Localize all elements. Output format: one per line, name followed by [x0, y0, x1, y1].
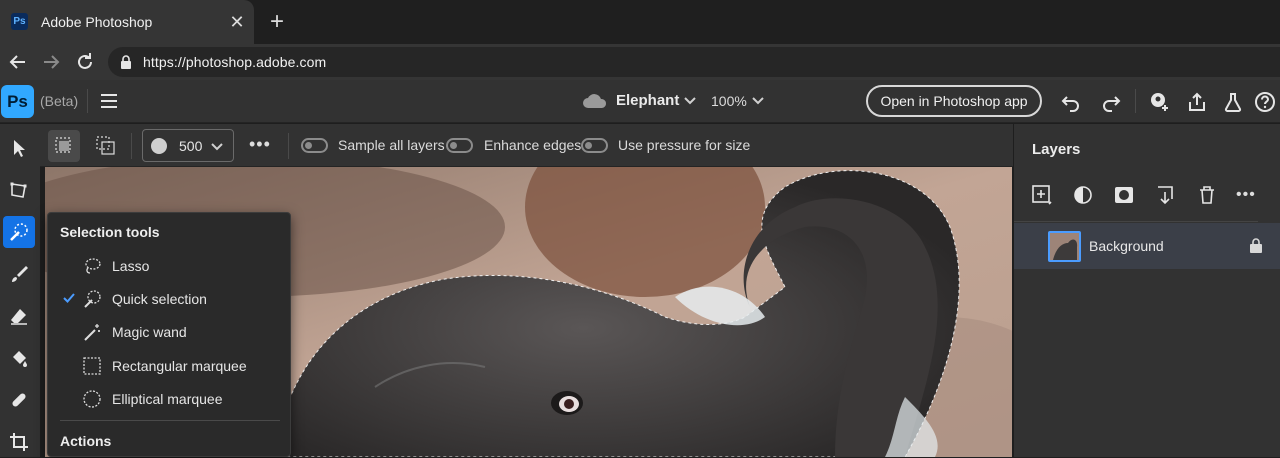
enhance-edges-label: Enhance edges — [484, 137, 582, 153]
tool-options-bar: 500 ••• Sample all layers Enhance edges … — [40, 124, 1013, 167]
redo-icon[interactable] — [1100, 91, 1122, 113]
photoshop-logo: Ps — [1, 85, 34, 118]
share-icon[interactable] — [1186, 91, 1208, 113]
crop-icon — [10, 433, 28, 451]
beta-flask-icon[interactable] — [1222, 91, 1244, 113]
back-arrow-icon[interactable] — [6, 50, 30, 74]
divider — [60, 420, 280, 421]
menu-item-label: Elliptical marquee — [112, 391, 223, 407]
close-tab-button[interactable]: ✕ — [227, 12, 247, 32]
lasso-icon — [85, 258, 101, 274]
open-in-photoshop-button[interactable]: Open in Photoshop app — [866, 85, 1042, 117]
divider — [1135, 89, 1136, 113]
cloud-icon — [583, 94, 607, 108]
add-selection-icon — [96, 136, 115, 155]
menu-item-label: Quick selection — [112, 291, 207, 307]
brush-size-value: 500 — [179, 138, 203, 154]
paint-bucket-icon — [13, 351, 27, 367]
divider — [288, 133, 289, 159]
menu-item-magic-wand[interactable]: Magic wand — [48, 317, 290, 347]
new-tab-button[interactable]: + — [264, 9, 290, 35]
layer-row[interactable]: Background — [1014, 223, 1280, 269]
mask-icon[interactable] — [1113, 184, 1135, 206]
document-name[interactable]: Elephant — [616, 92, 679, 109]
tools-panel — [0, 124, 40, 457]
quick-selection-tool[interactable] — [3, 216, 35, 248]
forward-arrow-icon[interactable] — [39, 50, 63, 74]
brush-tool[interactable] — [3, 258, 35, 290]
move-tool[interactable] — [3, 132, 35, 164]
tab-title: Adobe Photoshop — [41, 14, 153, 30]
lock-icon — [121, 55, 131, 69]
menu-item-rectangular-marquee[interactable]: Rectangular marquee — [48, 351, 290, 381]
sample-all-layers-label: Sample all layers — [338, 137, 445, 153]
crop-tool[interactable] — [3, 426, 35, 458]
photoshop-favicon-icon: Ps — [11, 13, 28, 30]
flyout-heading: Selection tools — [60, 224, 160, 240]
undo-icon[interactable] — [1060, 91, 1082, 113]
adjustment-layer-icon[interactable] — [1072, 184, 1094, 206]
chevron-down-icon[interactable] — [684, 96, 696, 106]
quick-selection-brush-icon — [84, 290, 101, 308]
healing-tool[interactable] — [3, 384, 35, 416]
menu-item-elliptical-marquee[interactable]: Elliptical marquee — [48, 384, 290, 414]
lock-icon[interactable] — [1249, 237, 1263, 253]
use-pressure-toggle[interactable] — [581, 138, 608, 153]
sample-all-layers-toggle[interactable] — [301, 138, 328, 153]
brush-icon — [12, 266, 28, 282]
hamburger-menu-icon[interactable] — [100, 93, 118, 109]
eraser-icon — [11, 309, 27, 325]
ellipse-marquee-icon — [83, 390, 101, 408]
divider — [131, 133, 132, 159]
magic-wand-icon — [84, 324, 100, 341]
actions-heading: Actions — [60, 433, 112, 449]
divider — [87, 89, 88, 113]
chevron-down-icon — [211, 143, 223, 151]
menu-item-label: Rectangular marquee — [112, 358, 247, 374]
add-to-selection-mode-button[interactable] — [90, 130, 122, 162]
add-layer-icon[interactable] — [1031, 184, 1053, 206]
beta-label: (Beta) — [40, 93, 79, 109]
menu-item-label: Lasso — [112, 258, 150, 274]
invite-user-icon[interactable] — [1149, 91, 1171, 113]
use-pressure-label: Use pressure for size — [618, 137, 751, 153]
selection-tools-flyout: Selection tools Lasso Quick selection Ma… — [47, 212, 291, 457]
browser-tab-strip: Ps Adobe Photoshop ✕ + — [0, 0, 1280, 44]
transform-icon — [10, 182, 27, 198]
more-options-icon[interactable]: ••• — [1236, 186, 1256, 204]
layer-thumbnail — [1048, 231, 1081, 262]
browser-tab[interactable]: Ps Adobe Photoshop ✕ — [0, 0, 254, 44]
new-selection-mode-button[interactable] — [48, 130, 80, 162]
brush-size-dropdown[interactable]: 500 — [142, 129, 234, 162]
layer-name: Background — [1089, 238, 1164, 254]
bandage-icon — [12, 393, 26, 407]
menu-item-quick-selection[interactable]: Quick selection — [48, 284, 290, 314]
layers-panel: Layers ••• Background — [1013, 124, 1280, 457]
transform-tool[interactable] — [3, 174, 35, 206]
clip-layer-icon[interactable] — [1154, 184, 1176, 206]
menu-item-label: Magic wand — [112, 324, 187, 340]
reload-icon[interactable] — [73, 50, 97, 74]
elephant-thumbnail-icon — [1050, 233, 1079, 260]
quick-selection-brush-icon — [10, 223, 28, 241]
help-icon[interactable] — [1254, 91, 1276, 113]
chevron-down-icon[interactable] — [752, 96, 764, 106]
divider — [1014, 221, 1258, 222]
layers-panel-title: Layers — [1032, 141, 1081, 158]
trash-icon[interactable] — [1196, 184, 1218, 206]
checkmark-icon — [63, 293, 75, 303]
url-text: https://photoshop.adobe.com — [143, 54, 327, 70]
zoom-level[interactable]: 100% — [711, 93, 747, 109]
rectangle-marquee-icon — [83, 357, 101, 375]
browser-toolbar: https://photoshop.adobe.com — [0, 44, 1280, 80]
address-bar[interactable]: https://photoshop.adobe.com — [108, 47, 1280, 77]
brush-dot-icon — [151, 138, 167, 154]
menu-item-lasso[interactable]: Lasso — [48, 251, 290, 281]
new-selection-icon — [55, 137, 71, 153]
more-options-icon[interactable]: ••• — [249, 134, 271, 155]
enhance-edges-toggle[interactable] — [446, 138, 473, 153]
eraser-tool[interactable] — [3, 300, 35, 332]
arrow-pointer-icon — [14, 140, 25, 157]
paint-bucket-tool[interactable] — [3, 342, 35, 374]
